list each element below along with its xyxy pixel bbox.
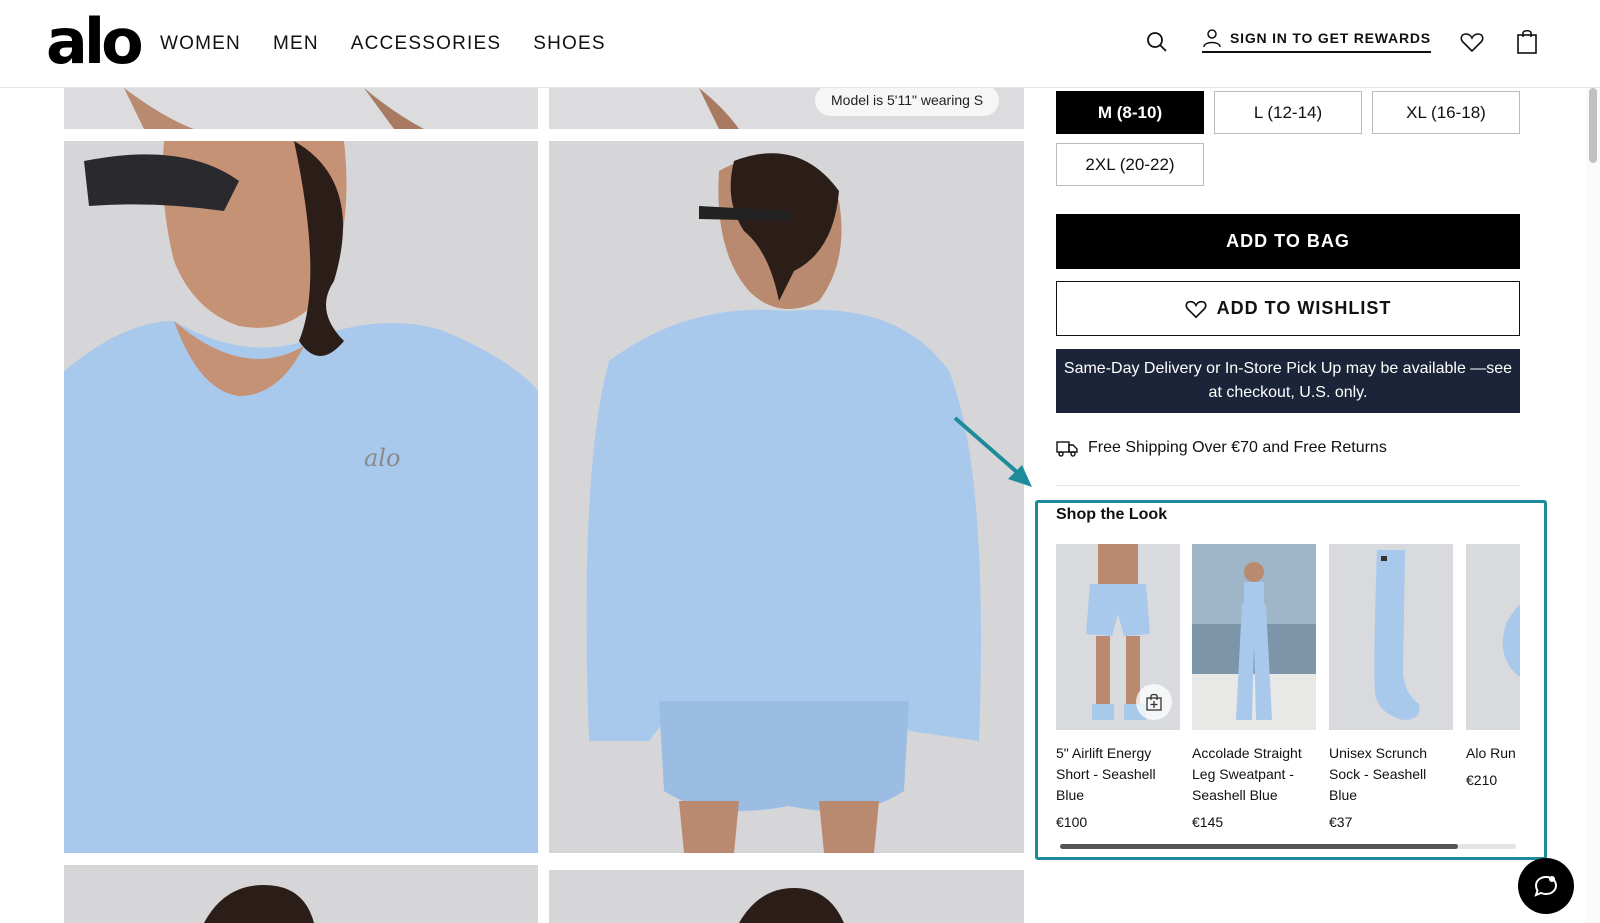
product-image-top-left[interactable]	[64, 88, 538, 129]
annotation-arrow	[953, 416, 1032, 487]
product-card[interactable]: Accolade Straight Leg Sweatpant - Seashe…	[1192, 544, 1316, 830]
product-name[interactable]: Accolade Straight Leg Sweatpant - Seashe…	[1192, 743, 1316, 806]
svg-text:alo: alo	[364, 444, 400, 472]
model-size-tag: Model is 5'11" wearing S	[815, 85, 1000, 116]
product-name[interactable]: Alo Run Seashel	[1466, 743, 1520, 764]
product-card[interactable]: Alo Run Seashel €210	[1466, 544, 1520, 788]
size-option-2xl[interactable]: 2XL (20-22)	[1056, 143, 1204, 186]
section-divider	[1056, 485, 1520, 486]
sign-in-rewards-link[interactable]: SIGN IN TO GET REWARDS	[1202, 28, 1431, 53]
page-scrollbar-thumb[interactable]	[1589, 88, 1597, 163]
size-option-l[interactable]: L (12-14)	[1214, 91, 1362, 134]
product-price: €145	[1192, 814, 1224, 830]
quick-add-bag-icon[interactable]	[1136, 684, 1172, 720]
product-thumbnail[interactable]	[1329, 544, 1453, 730]
product-thumbnail[interactable]	[1466, 544, 1520, 730]
shop-the-look-title: Shop the Look	[1056, 506, 1168, 523]
nav-accessories[interactable]: ACCESSORIES	[351, 32, 501, 56]
alo-logo[interactable]: alo	[46, 11, 144, 73]
user-icon	[1203, 29, 1221, 48]
shopping-bag-icon[interactable]	[1511, 25, 1543, 57]
product-thumbnail[interactable]	[1192, 544, 1316, 730]
add-to-wishlist-button[interactable]: ADD TO WISHLIST	[1056, 281, 1520, 336]
shop-the-look-carousel[interactable]: 5" Airlift Energy Short - Seashell Blue …	[1056, 544, 1520, 844]
delivery-truck-icon	[1056, 441, 1078, 457]
carousel-scrollbar-thumb[interactable]	[1060, 844, 1458, 849]
product-price: €210	[1466, 772, 1498, 788]
main-nav: WOMEN MEN ACCESSORIES SHOES	[160, 32, 638, 56]
nav-men[interactable]: MEN	[273, 32, 319, 56]
sign-in-label: SIGN IN TO GET REWARDS	[1230, 30, 1431, 46]
product-price: €37	[1329, 814, 1353, 830]
site-header: alo WOMEN MEN ACCESSORIES SHOES SIGN IN …	[0, 0, 1600, 88]
delivery-notice: Same-Day Delivery or In-Store Pick Up ma…	[1056, 349, 1520, 413]
add-to-wishlist-label: ADD TO WISHLIST	[1216, 298, 1392, 318]
nav-shoes[interactable]: SHOES	[533, 32, 606, 56]
nav-women[interactable]: WOMEN	[160, 32, 241, 56]
search-icon[interactable]	[1141, 26, 1173, 58]
product-thumbnail[interactable]	[1056, 544, 1180, 730]
product-image-bottom-left[interactable]	[64, 865, 538, 923]
heart-icon[interactable]	[1456, 26, 1488, 58]
carousel-scrollbar[interactable]	[1060, 844, 1516, 849]
chat-button[interactable]	[1518, 858, 1574, 914]
heart-icon	[1185, 300, 1207, 318]
chat-bubble-icon	[1534, 875, 1558, 897]
product-card[interactable]: 5" Airlift Energy Short - Seashell Blue …	[1056, 544, 1180, 830]
product-card[interactable]: Unisex Scrunch Sock - Seashell Blue €37	[1329, 544, 1453, 830]
product-name[interactable]: Unisex Scrunch Sock - Seashell Blue	[1329, 743, 1453, 806]
product-price: €100	[1056, 814, 1088, 830]
size-option-m[interactable]: M (8-10)	[1056, 91, 1204, 134]
product-image-back-view[interactable]	[549, 141, 1024, 853]
add-to-bag-button[interactable]: ADD TO BAG	[1056, 214, 1520, 269]
page-scrollbar[interactable]	[1586, 88, 1600, 923]
size-option-xl[interactable]: XL (16-18)	[1372, 91, 1520, 134]
product-name[interactable]: 5" Airlift Energy Short - Seashell Blue	[1056, 743, 1180, 806]
free-shipping-text: Free Shipping Over €70 and Free Returns	[1088, 439, 1387, 456]
product-image-front-closeup[interactable]: alo	[64, 141, 538, 853]
free-shipping-info: Free Shipping Over €70 and Free Returns	[1056, 439, 1387, 457]
product-image-bottom-right[interactable]	[549, 870, 1024, 923]
